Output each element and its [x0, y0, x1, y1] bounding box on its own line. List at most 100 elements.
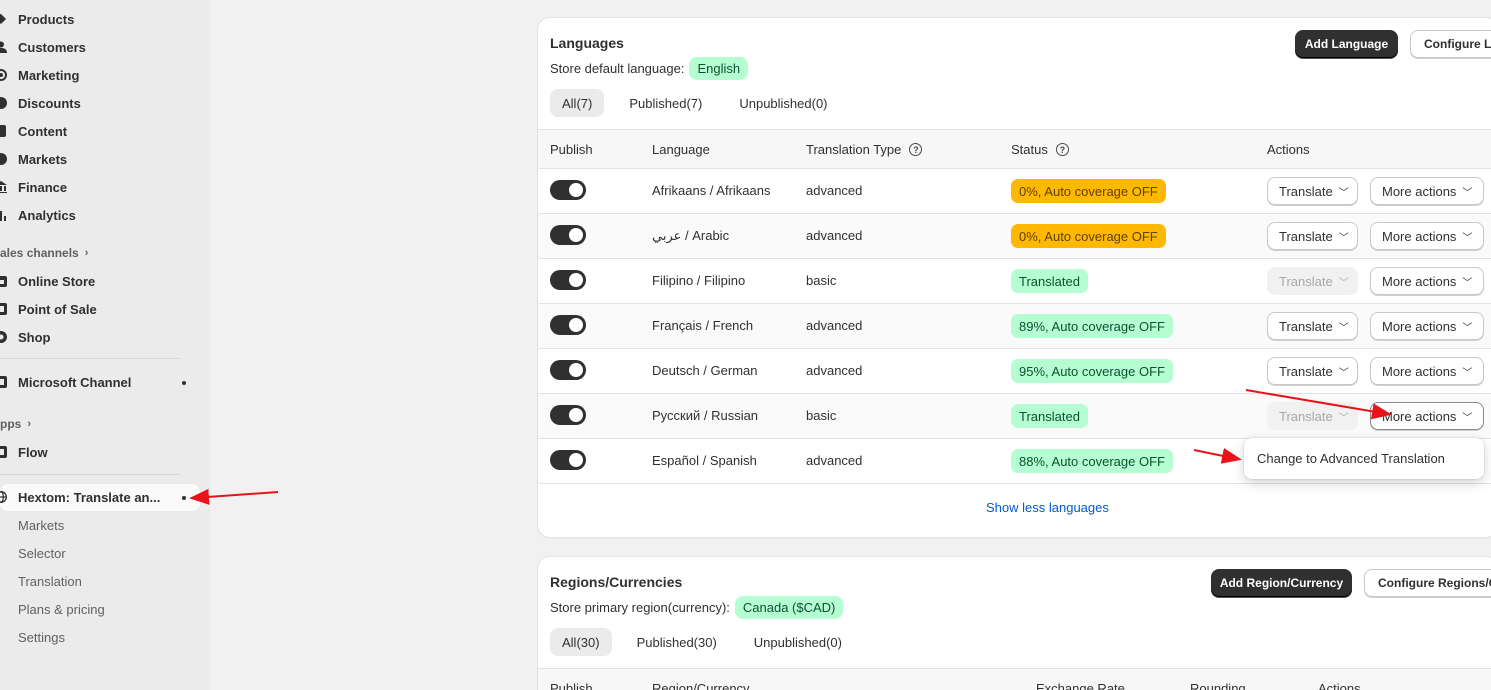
help-circle-icon[interactable]: ? [1055, 143, 1069, 156]
more-actions-button[interactable]: More actions ﹀ [1370, 222, 1484, 250]
chevron-down-icon: ﹀ [1462, 232, 1473, 244]
language-name: عربي / Arabic [652, 228, 730, 243]
sidebar-item-content[interactable]: Content [0, 118, 200, 144]
sidebar-subitem-selector[interactable]: Selector [18, 546, 66, 561]
status-badge: 89%, Auto coverage OFF [1011, 314, 1173, 338]
chevron-down-icon: ﹀ [1338, 367, 1349, 379]
translation-type: advanced [806, 453, 863, 468]
apps-heading[interactable]: pps › [0, 417, 31, 431]
sidebar-item-customers[interactable]: Customers [0, 34, 200, 60]
sidebar-item-label: Discounts [18, 95, 81, 111]
status-badge: 88%, Auto coverage OFF [1011, 449, 1173, 473]
tab-published[interactable]: Published(30) [625, 628, 729, 656]
status-badge: 0%, Auto coverage OFF [1011, 179, 1166, 203]
sidebar-item-microsoft-channel[interactable]: Microsoft Channel [0, 369, 200, 395]
discount-icon [0, 96, 8, 110]
unread-dot [182, 381, 186, 385]
col-translation-type-label: Translation Type [806, 142, 902, 157]
translate-button[interactable]: Translate ﹀ [1267, 312, 1358, 340]
sidebar-subitem-settings[interactable]: Settings [18, 630, 65, 645]
tab-published[interactable]: Published(7) [617, 89, 714, 117]
translate-button[interactable]: Translate ﹀ [1267, 222, 1358, 250]
sidebar-item-marketing[interactable]: Marketing [0, 62, 200, 88]
sidebar-item-shop[interactable]: Shop [0, 324, 200, 350]
sidebar-item-flow[interactable]: Flow [0, 439, 200, 465]
sidebar-item-finance[interactable]: Finance [0, 174, 200, 200]
sales-channels-heading[interactable]: ales channels › [0, 246, 88, 260]
regions-card: Regions/Currencies Add Region/Currency C… [538, 557, 1491, 690]
col-actions: Actions [1318, 681, 1361, 690]
apps-label: pps [0, 417, 22, 431]
publish-toggle[interactable] [550, 225, 586, 245]
translation-type: advanced [806, 183, 863, 198]
regions-title: Regions/Currencies [550, 574, 683, 590]
translate-button[interactable]: Translate ﹀ [1267, 402, 1358, 430]
sidebar-subitem-plans-pricing[interactable]: Plans & pricing [18, 602, 105, 617]
more-actions-button[interactable]: More actions ﹀ [1370, 267, 1484, 295]
primary-region-badge: Canada ($CAD) [734, 596, 844, 619]
translate-label: Translate [1279, 363, 1333, 379]
person-icon [0, 40, 8, 54]
more-actions-dropdown: Change to Advanced Translation [1244, 438, 1484, 479]
pos-icon [0, 302, 8, 316]
sidebar-item-markets[interactable]: Markets [0, 146, 200, 172]
publish-toggle[interactable] [550, 450, 586, 470]
languages-title: Languages [550, 35, 624, 51]
add-region-button[interactable]: Add Region/Currency [1211, 569, 1352, 597]
table-row: Filipino / Filipino basic Translated Tra… [538, 259, 1491, 304]
col-actions: Actions [1267, 142, 1310, 157]
translate-button[interactable]: Translate ﹀ [1267, 177, 1358, 205]
sidebar-item-label: Customers [18, 39, 86, 55]
default-language-badge: English [689, 57, 749, 80]
add-language-button[interactable]: Add Language [1295, 30, 1398, 58]
sidebar-item-label: Products [18, 11, 75, 27]
configure-languages-button[interactable]: Configure Languages [1410, 30, 1491, 58]
sidebar-item-point-of-sale[interactable]: Point of Sale [0, 296, 200, 322]
publish-toggle[interactable] [550, 270, 586, 290]
sidebar-item-discounts[interactable]: Discounts [0, 90, 200, 116]
tab-all[interactable]: All(7) [550, 89, 605, 117]
sidebar-item-hextom[interactable]: Hextom: Translate an... [0, 484, 200, 510]
more-actions-button[interactable]: More actions ﹀ [1370, 402, 1484, 430]
change-to-advanced-option[interactable]: Change to Advanced Translation [1257, 451, 1445, 466]
sidebar-item-products[interactable]: Products [0, 6, 200, 32]
status-badge: 0%, Auto coverage OFF [1011, 224, 1166, 248]
publish-toggle[interactable] [550, 315, 586, 335]
sidebar-item-label: Shop [18, 329, 51, 345]
more-actions-label: More actions [1382, 273, 1457, 289]
status-badge: Translated [1011, 269, 1088, 293]
sidebar-item-label: Marketing [18, 67, 80, 83]
sidebar-subitem-markets[interactable]: Markets [18, 518, 64, 533]
translation-type: basic [806, 408, 837, 423]
publish-toggle[interactable] [550, 360, 586, 380]
tab-unpublished[interactable]: Unpublished(0) [727, 89, 839, 117]
translate-button[interactable]: Translate ﹀ [1267, 267, 1358, 295]
publish-toggle[interactable] [550, 405, 586, 425]
publish-toggle[interactable] [550, 180, 586, 200]
tab-all[interactable]: All(30) [550, 628, 612, 656]
table-row: Deutsch / German advanced 95%, Auto cove… [538, 349, 1491, 394]
help-circle-icon[interactable]: ? [909, 143, 923, 156]
more-actions-button[interactable]: More actions ﹀ [1370, 312, 1484, 340]
bank-icon [0, 180, 8, 194]
sidebar-item-label: Analytics [18, 207, 76, 223]
sidebar-item-online-store[interactable]: Online Store [0, 268, 200, 294]
chevron-down-icon: ﹀ [1338, 322, 1349, 334]
store-default-label: Store default language: [550, 61, 685, 76]
col-translation-type: Translation Type ? [806, 142, 923, 157]
toggle-knob [569, 453, 583, 467]
col-region: Region/Currency [652, 681, 750, 690]
globe-icon [0, 152, 8, 166]
language-name: Español / Spanish [652, 453, 757, 468]
show-less-languages-link[interactable]: Show less languages [986, 500, 1109, 515]
tab-unpublished[interactable]: Unpublished(0) [742, 628, 854, 656]
regions-table-header: Publish Region/Currency Exchange Rate Ro… [538, 668, 1491, 690]
sidebar-item-analytics[interactable]: Analytics [0, 202, 200, 228]
sidebar-subitem-translation[interactable]: Translation [18, 574, 82, 589]
chevron-down-icon: ﹀ [1338, 277, 1349, 289]
configure-regions-button[interactable]: Configure Regions/Currencies [1364, 569, 1491, 597]
more-actions-button[interactable]: More actions ﹀ [1370, 177, 1484, 205]
translate-button[interactable]: Translate ﹀ [1267, 357, 1358, 385]
chevron-down-icon: ﹀ [1338, 232, 1349, 244]
more-actions-button[interactable]: More actions ﹀ [1370, 357, 1484, 385]
